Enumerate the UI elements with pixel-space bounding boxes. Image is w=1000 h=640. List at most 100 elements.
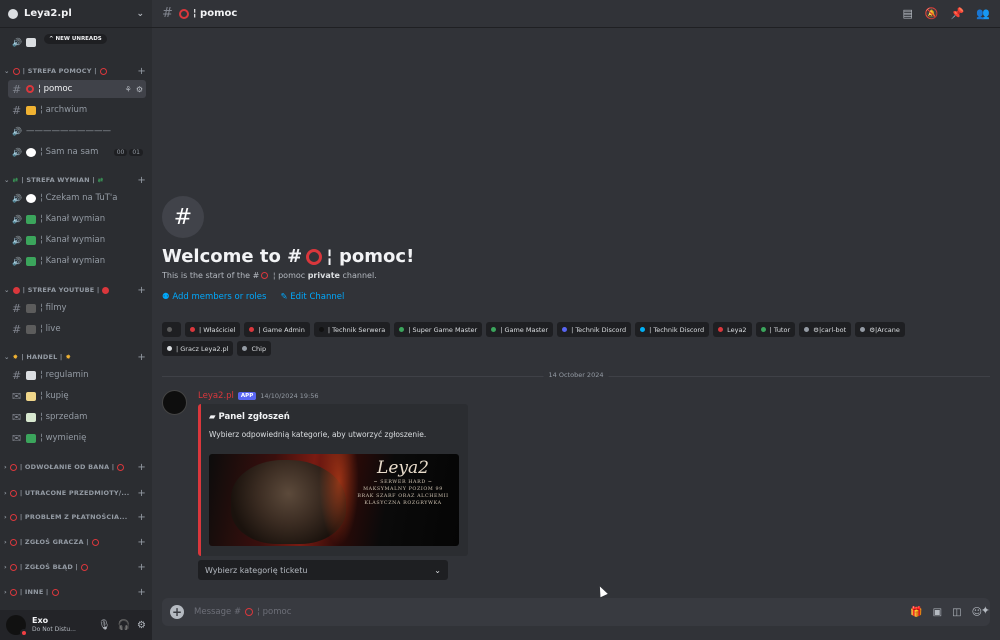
welcome-block: # Welcome to # ¦ pomoc! This is the star…: [162, 196, 414, 302]
sidebar-forum-wymienie[interactable]: ✉ ¦ wymienię: [8, 429, 146, 447]
user-count-badge: 00: [113, 148, 128, 156]
ticket-category-select[interactable]: Wybierz kategorię ticketu ⌄: [198, 560, 448, 580]
category-strefa-youtube[interactable]: ⌄ | STREFA YOUTUBE | +: [4, 283, 146, 297]
message-timestamp: 14/10/2024 19:56: [260, 392, 319, 400]
document-emoji-icon: [26, 370, 36, 380]
server-name: Leya2.pl: [24, 8, 72, 19]
role-chip[interactable]: Chip: [237, 341, 272, 356]
role-chip[interactable]: | Technik Discord: [635, 322, 710, 337]
category-zglos-gracza[interactable]: › | ZGŁOŚ GRACZA | +: [4, 535, 146, 549]
category-handel[interactable]: ⌄ ✸ | HANDEL | ✸ +: [4, 350, 146, 364]
add-channel-icon[interactable]: +: [137, 587, 146, 598]
role-list: | Właściciel | Game Admin | Technik Serwer…: [162, 322, 962, 356]
avatar[interactable]: [162, 390, 187, 415]
role-chip[interactable]: | Gracz Leya2.pl: [162, 341, 234, 356]
role-chip[interactable]: | Tutor: [755, 322, 796, 337]
category-inne[interactable]: › | INNE | +: [4, 585, 146, 599]
role-chip[interactable]: | Właściciel: [185, 322, 241, 337]
role-chip[interactable]: | Technik Serwera: [313, 322, 391, 337]
chat-area: # ¦ pomoc ▤ 🔕 📌 👥 # Welcome to # ¦ pomoc…: [152, 0, 1000, 640]
user-limit-badge: 01: [129, 148, 143, 156]
add-attachment-icon[interactable]: +: [170, 605, 184, 619]
add-channel-icon[interactable]: +: [137, 175, 146, 186]
add-channel-icon[interactable]: +: [137, 537, 146, 548]
gear-icon[interactable]: ⚙: [137, 620, 146, 631]
category-zglos-blad[interactable]: › | ZGŁOŚ BŁĄD | +: [4, 560, 146, 574]
role-label: | Game Master: [500, 325, 549, 334]
speaker-icon: 🔊: [12, 256, 22, 266]
channel-title: ¦ pomoc: [192, 8, 238, 19]
microphone-icon[interactable]: 🎙: [98, 620, 111, 631]
sticker-icon[interactable]: ◫: [952, 607, 961, 618]
role-chip[interactable]: Leya2: [713, 322, 752, 337]
sidebar-voice-kanal-wymian-2[interactable]: 🔊 ¦ Kanał wymian: [8, 231, 146, 249]
role-color-dot: [190, 327, 195, 332]
hash-icon: #: [12, 103, 22, 117]
sidebar-channel-filmy[interactable]: # ¦ filmy: [8, 299, 146, 317]
notification-bell-muted-icon[interactable]: 🔕: [925, 7, 939, 20]
role-chip[interactable]: [162, 322, 181, 337]
banner-line: MAKSYMALNY POZIOM 99: [363, 487, 443, 492]
banner-logo: Leya2: [377, 458, 429, 478]
chevron-down-icon[interactable]: ⌄: [136, 9, 144, 19]
sidebar-channel-pomoc[interactable]: # ¦ pomoc ⚘ ⚙: [8, 80, 146, 98]
add-channel-icon[interactable]: +: [137, 352, 146, 363]
sidebar-forum-kupie[interactable]: ✉ ¦ kupię: [8, 387, 146, 405]
role-color-dot: [562, 327, 568, 332]
add-members-button[interactable]: ⚉ Add members or roles: [162, 292, 266, 302]
category-utracone-przedmioty[interactable]: › | UTRACONE PRZEDMIOTY/... +: [4, 486, 146, 500]
message-author[interactable]: Leya2.pl: [198, 391, 234, 401]
category-strefa-wymian[interactable]: ⌄ ⇄ | STREFA WYMIAN | ⇄ +: [4, 173, 146, 187]
exchange-emoji-icon: [26, 235, 36, 245]
sidebar-voice-czekam[interactable]: 🔊 ¦ Czekam na TuT'a: [8, 189, 146, 207]
sidebar-voice-divider[interactable]: 🔊 ——————————: [8, 122, 146, 140]
speaker-icon: 🔊: [12, 235, 22, 245]
banner-line: KLASYCZNA ROZGRYWKA: [364, 501, 442, 506]
gif-icon[interactable]: ▣: [933, 607, 942, 618]
role-chip[interactable]: ⚙|carl-bot: [799, 322, 852, 337]
headphones-icon[interactable]: 🎧: [118, 620, 130, 631]
add-channel-icon[interactable]: +: [137, 488, 146, 499]
role-chip[interactable]: | Super Game Master: [394, 322, 483, 337]
role-label: ⚙|carl-bot: [813, 325, 847, 334]
gift-icon[interactable]: 🎁: [910, 607, 922, 618]
sidebar-channel-archwium[interactable]: # ¦ archwium: [8, 101, 146, 119]
role-label: | Tutor: [769, 325, 791, 334]
message-composer[interactable]: + Message # ¦ pomoc 🎁 ▣ ◫ ☺: [162, 598, 990, 626]
role-color-dot: [242, 346, 248, 351]
sidebar-forum-sprzedam[interactable]: ✉ ¦ sprzedam: [8, 408, 146, 426]
embed-image[interactable]: Leya2 ~ SERWER HARD ~ MAKSYMALNY POZIOM …: [209, 454, 459, 546]
role-chip[interactable]: | Game Admin: [244, 322, 310, 337]
hash-lock-icon: #: [162, 196, 204, 238]
add-channel-icon[interactable]: +: [137, 512, 146, 523]
pin-icon[interactable]: 📌: [951, 7, 965, 20]
sidebar-voice-kanal-wymian-3[interactable]: 🔊 ¦ Kanał wymian: [8, 252, 146, 270]
sidebar-voice-sam-na-sam[interactable]: 🔊 ¦ Sam na sam 00 01: [8, 143, 146, 161]
role-label: | Technik Serwera: [327, 325, 386, 334]
forum-icon: ✉: [12, 431, 22, 445]
add-channel-icon[interactable]: +: [137, 462, 146, 473]
role-chip[interactable]: ⚙|Arcane: [855, 322, 905, 337]
server-header[interactable]: Leya2.pl ⌄: [0, 0, 152, 28]
category-odwolanie-od-bana[interactable]: › | ODWOŁANIE OD BANA | +: [4, 460, 146, 474]
apps-icon[interactable]: ✦: [981, 604, 990, 617]
member-list-icon[interactable]: 👥: [976, 7, 990, 20]
sidebar-channel-regulamin[interactable]: # ¦ regulamin: [8, 366, 146, 384]
invite-icon[interactable]: ⚘: [125, 85, 132, 94]
role-chip[interactable]: | Game Master: [486, 322, 554, 337]
category-problem-z-platnoscia[interactable]: › | PROBLEM Z PŁATNOŚCIA... +: [4, 510, 146, 524]
edit-channel-button[interactable]: ✎ Edit Channel: [280, 292, 344, 302]
gear-icon[interactable]: ⚙: [136, 85, 143, 94]
new-unreads-pill[interactable]: ^ NEW UNREADS: [44, 34, 107, 44]
add-channel-icon[interactable]: +: [137, 562, 146, 573]
sidebar-channel-live[interactable]: # ¦ live: [8, 320, 146, 338]
add-channel-icon[interactable]: +: [137, 285, 146, 296]
category-strefa-pomocy[interactable]: ⌄ | STREFA POMOCY | +: [4, 64, 146, 78]
role-chip[interactable]: | Technik Discord: [557, 322, 632, 337]
role-color-dot: [760, 327, 766, 332]
sidebar-voice-kanal-wymian-1[interactable]: 🔊 ¦ Kanał wymian: [8, 210, 146, 228]
add-channel-icon[interactable]: +: [137, 66, 146, 77]
banner-line: ~ SERWER HARD ~: [373, 480, 433, 485]
avatar[interactable]: [6, 615, 28, 637]
threads-icon[interactable]: ▤: [902, 7, 912, 20]
